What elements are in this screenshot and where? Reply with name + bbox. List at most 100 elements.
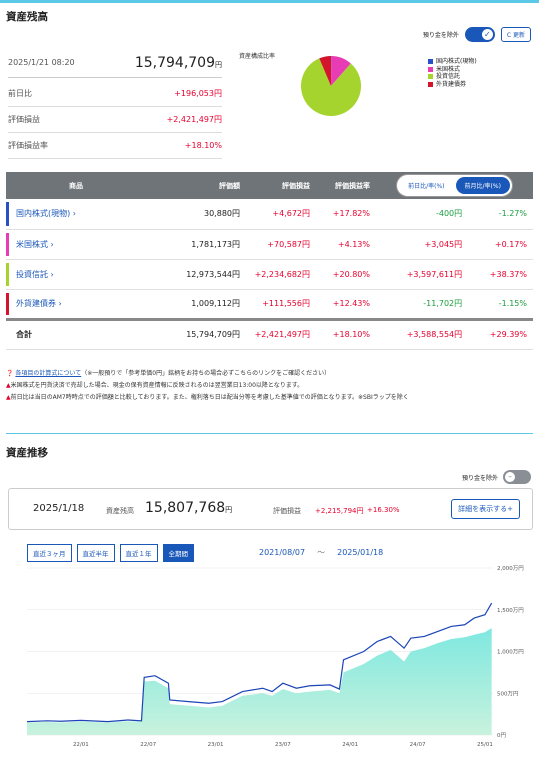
table-row: 国内株式(現物) › 30,880円 +4,672円 +17.82% -400円… [6,199,533,230]
x-tick-label: 22/01 [73,742,89,748]
legend-item: 国内株式(現物) [428,58,477,66]
x-tick-label: 25/01 [477,742,493,748]
diff-period-toggle: 前日比/率(%) 前月比/率(%) [396,174,513,197]
table-row: 外貨建債券 › 1,009,112円 +111,556円 +12.43% -11… [6,289,533,320]
exclude-deposit-toggle[interactable]: ✓ [464,27,495,42]
range-separator: 〜 [317,548,326,557]
category-color-bar [6,202,9,226]
balance-row-pl: 評価損益 +2,421,497円 [8,107,222,133]
prevday-toggle-button[interactable]: 前日比/率(%) [399,177,453,194]
holdings-header: 商品 評価額 評価損益 評価損益率 前日比/率(%) 前月比/率(%) [6,172,533,199]
holding-name-link[interactable]: 投資信託 › [6,259,146,290]
col-pl: 評価損益 [246,172,316,199]
y-tick-label: 500万円 [497,690,519,697]
holding-value: 1,781,173円 [146,229,246,260]
holding-diff-rate: -1.27% [468,199,533,230]
col-diff-toggle: 前日比/率(%) 前月比/率(%) [376,172,533,199]
calc-note-text: （※一般預りで「参考単価0円」銘柄をお持ちの場合必ずこちらのリンクをご確認くださ… [81,370,331,377]
trend-pl-label: 評価損益 [273,507,301,515]
balance-row-value: +18.10% [184,141,222,150]
total-row: 合計 15,794,709円 +2,421,497円 +18.10% +3,58… [6,317,533,350]
balance-total: 15,794,709円 [134,54,222,71]
holding-rate: +17.82% [316,199,376,230]
table-row: 投資信託 › 12,973,544円 +2,234,682円 +20.80% +… [6,259,533,290]
holding-name-link[interactable]: 国内株式(現物) › [6,199,146,230]
note-warning-2: ▲前日比は当日のAM7時時点での評価額と比較しております。また、権利落ち日は配当… [6,394,409,401]
balance-row-label: 前日比 [8,88,32,98]
balance-datetime: 2025/1/21 08:20 [8,58,75,67]
show-detail-button[interactable]: 詳細を表示する+ [451,499,520,519]
question-icon: ❓ [6,370,14,377]
exclude-deposit-label: 預り金を除外 [422,32,459,39]
note-warning-1: ▲米国株式を円貨決済で売却した場合、現金の保有資産情報に反映されるのは翌営業日1… [6,382,304,389]
holding-diff: +3,597,611円 [376,259,469,290]
composition-legend: 国内株式(現物) 米国株式 投資信託 外貨建債券 [428,58,477,88]
x-tick-label: 23/01 [208,742,224,748]
holding-name-link[interactable]: 米国株式 › [6,229,146,260]
legend-swatch [428,59,433,65]
trend-pl-rate: +16.30% [367,506,400,514]
exclude-deposit-toggle-row: 預り金を除外 ✓ C 更新 [423,27,531,42]
composition-title: 資産構成比率 [239,53,276,60]
date-range: 2021/08/07 〜 2025/01/18 [259,547,383,558]
legend-swatch [428,74,433,80]
holding-value: 1,009,112円 [146,289,246,320]
total-label: 合計 [6,317,146,350]
balance-row-value: +2,421,497円 [166,115,222,124]
category-color-bar [6,262,9,286]
balance-total-row: 2025/1/21 08:20 15,794,709円 [8,48,222,78]
holding-rate: +20.80% [316,259,376,290]
y-tick-label: 2,000万円 [497,565,524,572]
top-accent-line [0,0,539,3]
col-value: 評価額 [146,172,246,199]
range-from[interactable]: 2021/08/07 [259,548,305,557]
holding-pl: +2,234,682円 [246,259,316,290]
note-calc: ❓ 各項目の計算式について（※一般預りで「参考単価0円」銘柄をお持ちの場合必ずこ… [6,368,409,380]
balance-row-prevday: 前日比 +196,053円 [8,80,222,107]
holding-rate: +12.43% [316,289,376,320]
total-value: 15,794,709円 [146,317,246,350]
holding-rate: +4.13% [316,229,376,260]
x-tick-label: 22/07 [140,742,156,748]
legend-item: 外貨建債券 [428,81,477,89]
x-tick-label: 23/07 [275,742,291,748]
holding-diff: -11,702円 [376,289,469,320]
calc-formula-link[interactable]: 各項目の計算式について [15,370,81,377]
x-tick-label: 24/07 [410,742,426,748]
trend-exclude-label: 預り金を除外 [461,474,498,482]
trend-total: 15,807,768円 [145,500,233,516]
trend-total-label: 資産残高 [106,507,134,515]
trend-pl: +2,215,794円 [315,507,364,515]
notes: ❓ 各項目の計算式について（※一般預りで「参考単価0円」銘柄をお持ちの場合必ずこ… [6,368,409,404]
holding-diff-rate: +0.17% [468,229,533,260]
legend-swatch [428,66,433,72]
holding-name-link[interactable]: 外貨建債券 › [6,289,146,320]
total-pl: +2,421,497円 [246,317,316,350]
y-tick-label: 1,500万円 [497,607,524,614]
legend-swatch [428,81,433,87]
valuation-area [27,628,492,735]
holding-value: 30,880円 [146,199,246,230]
col-product: 商品 [6,172,146,199]
asset-trend-chart: 0円 500万円 1,000万円 1,500万円 2,000万円 22/01 22/07 23… [26,565,524,748]
refresh-button[interactable]: C 更新 [500,27,531,42]
total-diff: +3,588,554円 [376,317,469,350]
balance-row-value: +196,053円 [174,88,222,98]
trend-summary-box: 2025/1/18 資産残高 15,807,768円 評価損益 +2,215,7… [8,488,533,530]
holding-diff-rate: +38.37% [468,259,533,290]
trend-exclude-toggle[interactable]: – [503,470,531,484]
asset-balance-title: 資産残高 [6,11,48,23]
y-tick-label: 0円 [497,732,506,739]
col-rate: 評価損益率 [316,172,376,199]
composition-pie-chart [301,56,361,116]
section-divider [6,433,533,434]
x-tick-label: 24/01 [342,742,358,748]
range-to[interactable]: 2025/01/18 [337,548,383,557]
minus-icon: – [505,472,515,482]
y-tick-label: 1,000万円 [497,649,524,656]
prevmonth-toggle-button[interactable]: 前月比/率(%) [455,177,510,194]
holding-pl: +111,556円 [246,289,316,320]
holding-pl: +4,672円 [246,199,316,230]
balance-row-label: 評価損益 [8,115,40,124]
table-row: 米国株式 › 1,781,173円 +70,587円 +4.13% +3,045… [6,229,533,260]
